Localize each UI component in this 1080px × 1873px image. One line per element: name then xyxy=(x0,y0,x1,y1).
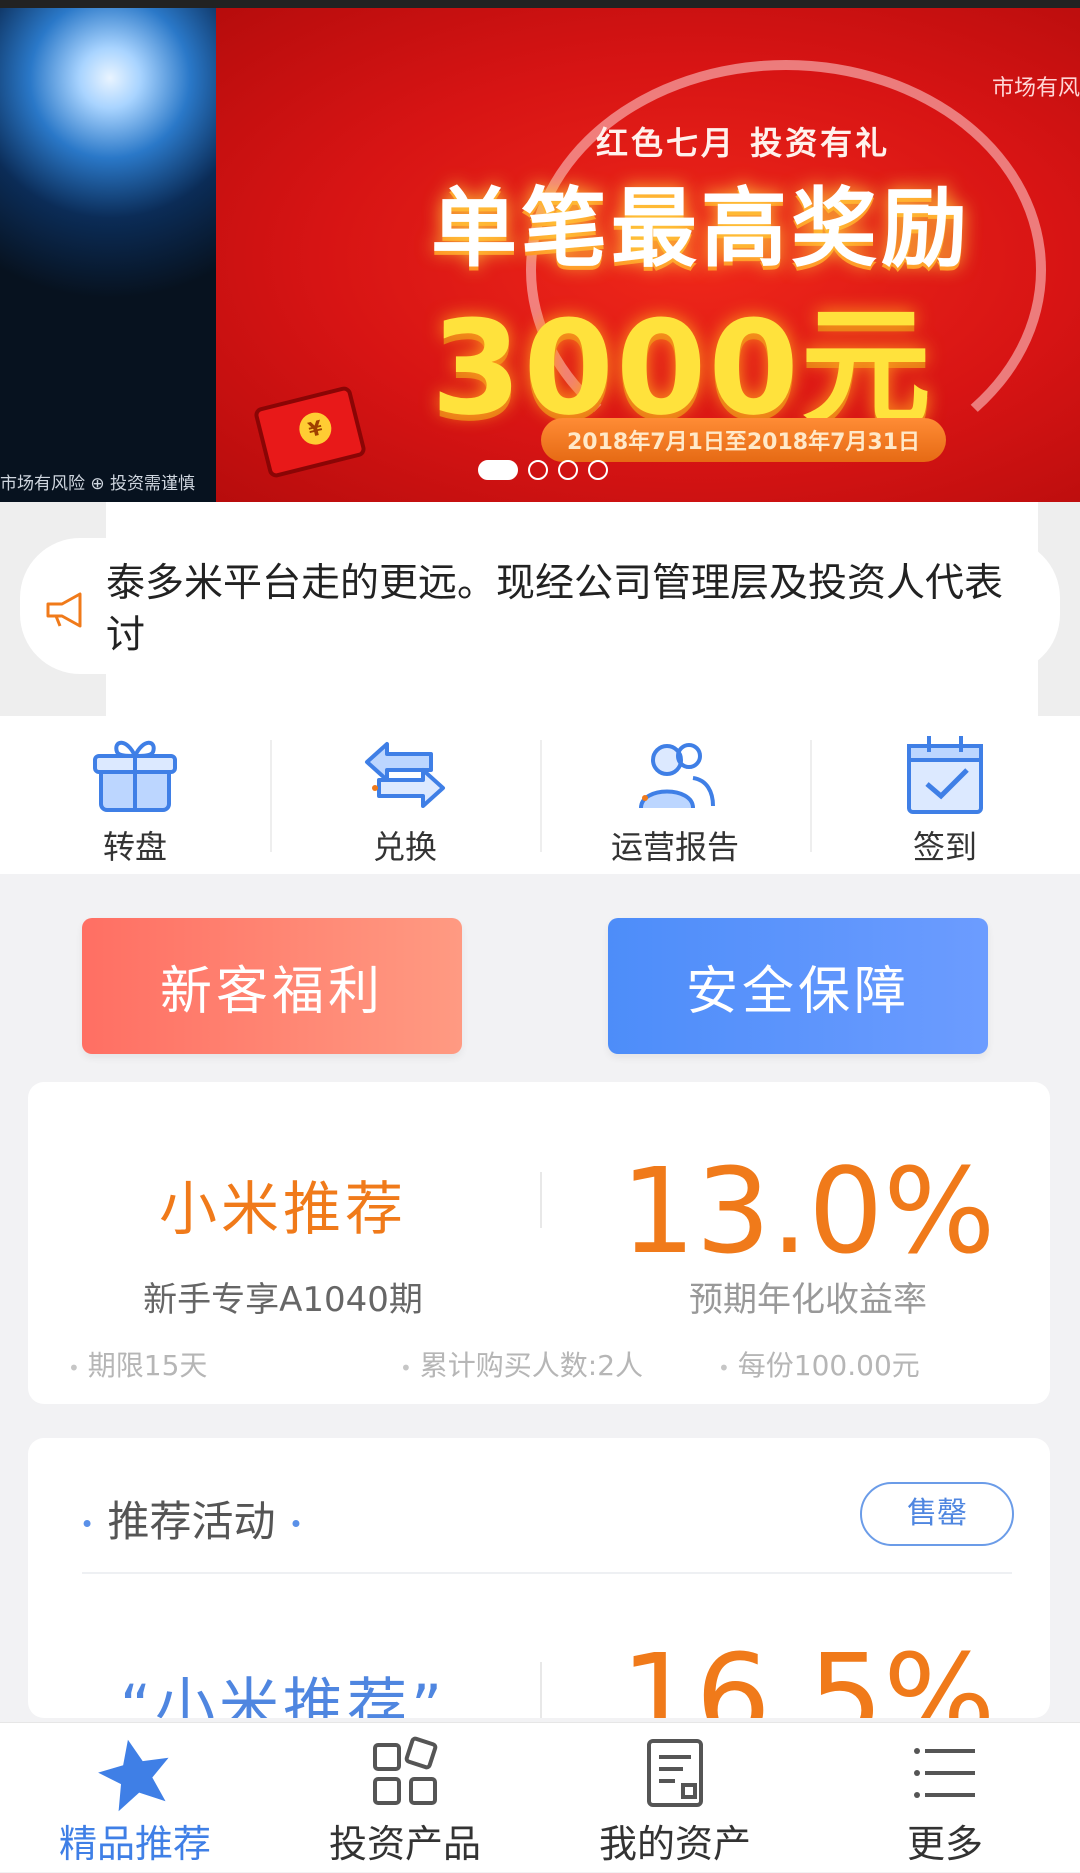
tab-assets[interactable]: 我的资产 xyxy=(540,1723,810,1873)
exchange-arrows-icon xyxy=(365,742,445,808)
carousel-indicator xyxy=(478,460,608,480)
quick-nav: 转盘 兑换 运营报告 签到 xyxy=(0,716,1080,874)
megaphone-icon xyxy=(46,592,82,628)
quick-nav-label: 兑换 xyxy=(372,828,437,866)
tab-products[interactable]: 投资产品 xyxy=(270,1723,540,1873)
recommended-product-card[interactable]: 小米推荐 新手专享A1040期 13.0% 预期年化收益率 期限15天 累计购买… xyxy=(28,1082,1050,1404)
title-dot: • xyxy=(80,1510,95,1539)
banner-carousel[interactable]: 市场有风险 ⊕ 投资需谨慎 市场有风 红色七月 投资有礼 单笔最高奖励 3000… xyxy=(0,0,1080,502)
quick-nav-label: 签到 xyxy=(912,828,977,866)
quick-nav-label: 运营报告 xyxy=(610,828,739,866)
quick-nav-exchange[interactable]: 兑换 xyxy=(270,716,540,874)
carousel-dot-2[interactable] xyxy=(528,460,548,480)
tab-label: 投资产品 xyxy=(328,1822,481,1866)
bottom-tab-bar: 精品推荐 投资产品 我的资产 更多 xyxy=(0,1722,1080,1872)
star-icon xyxy=(98,1739,169,1812)
activity-name: “小米推荐” xyxy=(119,1672,447,1718)
banner-slide-previous[interactable]: 市场有风险 ⊕ 投资需谨慎 xyxy=(0,8,216,502)
tab-label: 更多 xyxy=(906,1822,983,1866)
quick-nav-checkin[interactable]: 签到 xyxy=(810,716,1080,874)
activity-rate: 16.5% xyxy=(620,1628,996,1718)
product-rate: 13.0% xyxy=(620,1142,996,1280)
sold-out-badge[interactable]: 售罄 xyxy=(860,1482,1014,1546)
title-dot: • xyxy=(288,1510,304,1539)
menu-icon xyxy=(914,1748,975,1798)
product-term: 期限15天 xyxy=(68,1344,208,1384)
notice-text[interactable]: 泰多米平台走的更远。现经公司管理层及投资人代表讨 xyxy=(106,558,1036,662)
product-rate-label: 预期年化收益率 xyxy=(689,1280,927,1320)
new-user-benefits-button[interactable]: 新客福利 xyxy=(82,918,462,1054)
grid-icon xyxy=(373,1736,438,1805)
carousel-dot-3[interactable] xyxy=(558,460,578,480)
gift-icon xyxy=(93,740,177,812)
document-icon xyxy=(647,1739,703,1807)
activity-section-title: • 推荐活动 • xyxy=(80,1488,303,1549)
risk-disclaimer: 市场有风险 ⊕ 投资需谨慎 xyxy=(0,474,196,494)
activity-section-label: 推荐活动 xyxy=(107,1497,276,1546)
notice-bar: 泰多米平台走的更远。现经公司管理层及投资人代表讨 xyxy=(0,502,1080,716)
product-buyers: 累计购买人数:2人 xyxy=(400,1344,643,1384)
carousel-dot-4[interactable] xyxy=(588,460,608,480)
quick-nav-wheel[interactable]: 转盘 xyxy=(0,716,270,874)
divider xyxy=(82,1572,1012,1574)
carousel-dot-1[interactable] xyxy=(478,460,518,480)
security-guarantee-button[interactable]: 安全保障 xyxy=(608,918,988,1054)
banner-slide-current[interactable]: 市场有风 红色七月 投资有礼 单笔最高奖励 3000元 2018年7月1日至20… xyxy=(216,8,1080,502)
product-name: 新手专享A1040期 xyxy=(143,1280,423,1320)
product-title: 小米推荐 xyxy=(158,1175,407,1243)
tab-more[interactable]: 更多 xyxy=(810,1723,1080,1873)
tab-label: 精品推荐 xyxy=(58,1822,211,1866)
users-icon xyxy=(639,743,715,809)
calendar-check-icon xyxy=(907,736,983,814)
banner-market-text: 市场有风 xyxy=(991,76,1080,101)
quick-nav-report[interactable]: 运营报告 xyxy=(540,716,810,874)
tab-featured[interactable]: 精品推荐 xyxy=(0,1723,270,1873)
recommended-activity-card[interactable]: • 推荐活动 • 售罄 “小米推荐” 16.5% xyxy=(28,1438,1050,1718)
status-strip xyxy=(0,0,1080,8)
product-unit-price: 每份100.00元 xyxy=(718,1344,920,1384)
red-envelope-icon xyxy=(252,384,368,480)
banner-date-range: 2018年7月1日至2018年7月31日 xyxy=(541,418,946,462)
quick-nav-label: 转盘 xyxy=(102,828,167,866)
tab-label: 我的资产 xyxy=(598,1822,751,1866)
